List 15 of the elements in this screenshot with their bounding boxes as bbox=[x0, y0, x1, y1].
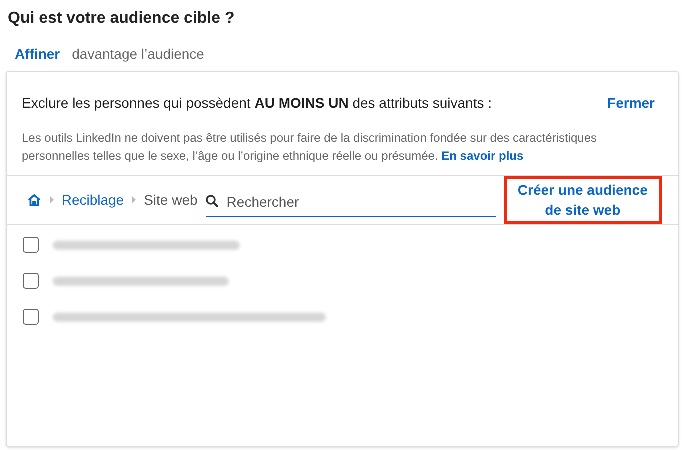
checkbox[interactable] bbox=[23, 273, 39, 289]
create-audience-link[interactable]: Créer une audience de site web bbox=[504, 176, 662, 224]
notice-text: Les outils LinkedIn ne doivent pas être utilisés pour faire de la discrimination fondée sur des caractéristiques personnelles telles que le sexe, l’âge ou l’origine ethnique réelle ou présumée. En savoir plus bbox=[22, 130, 598, 165]
home-icon[interactable] bbox=[27, 192, 42, 208]
refine-text: davantage l’audience bbox=[72, 46, 204, 62]
refine-link[interactable]: Affiner bbox=[15, 46, 60, 62]
search-icon bbox=[206, 195, 219, 208]
page-title: Qui est votre audience cible ? bbox=[8, 10, 236, 28]
exclusion-heading: Exclure les personnes qui possèdent AU MOINS UN des attributs suivants : bbox=[22, 95, 492, 111]
breadcrumb-current: Site web bbox=[144, 192, 198, 208]
learn-more-link[interactable]: En savoir plus bbox=[442, 149, 524, 163]
breadcrumb-link[interactable]: Reciblage bbox=[62, 192, 124, 208]
checkbox[interactable] bbox=[23, 309, 39, 325]
close-link[interactable]: Fermer bbox=[608, 95, 655, 111]
checkbox[interactable] bbox=[23, 237, 39, 253]
